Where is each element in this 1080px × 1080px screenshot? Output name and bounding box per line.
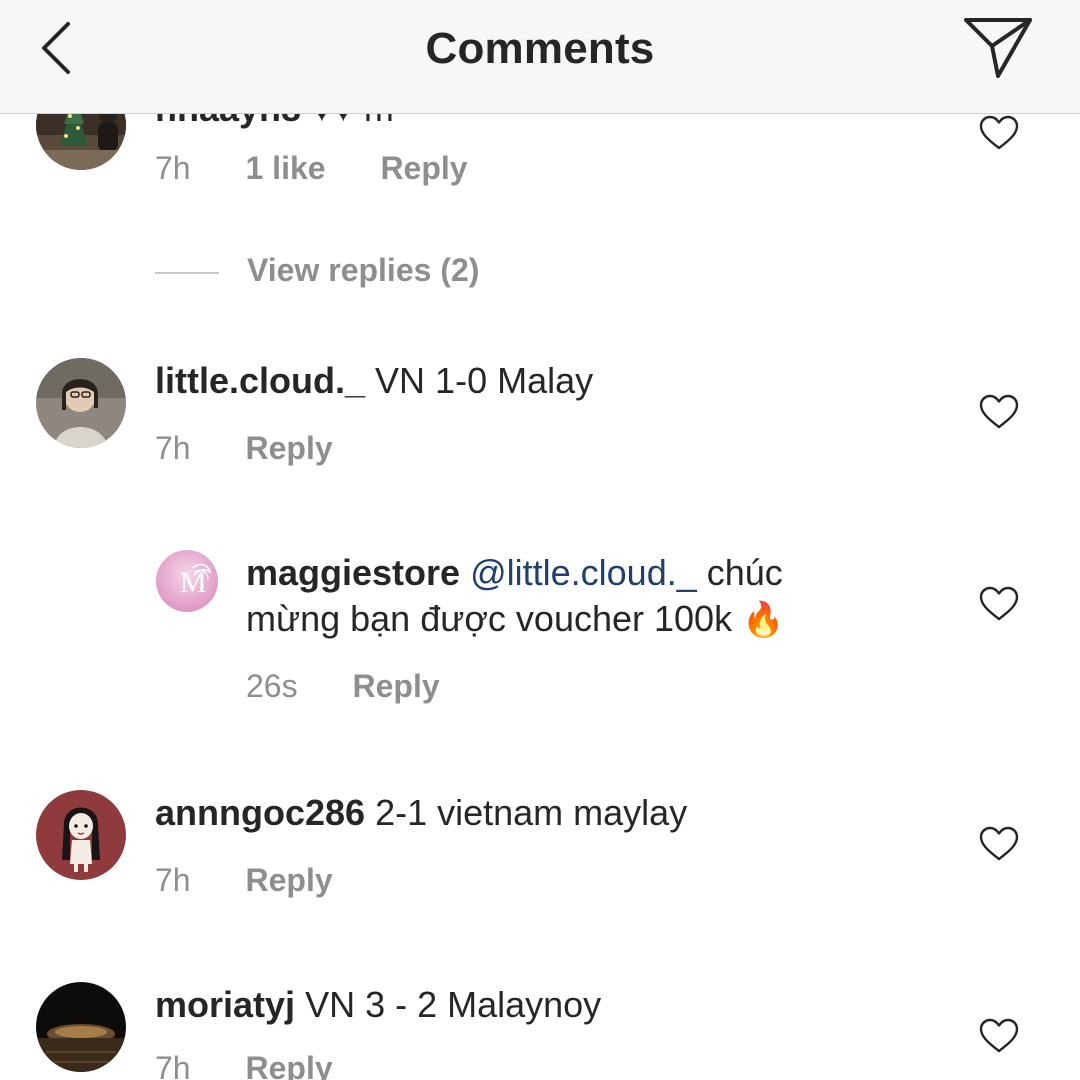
avatar[interactable] (36, 982, 126, 1072)
reply-button[interactable]: Reply (245, 430, 332, 467)
comment-message: 2-1 vietnam maylay (375, 792, 688, 833)
reply-button[interactable]: Reply (352, 668, 439, 705)
view-replies-divider (155, 272, 219, 274)
share-button[interactable] (958, 14, 1038, 84)
comment-message-line2: mừng bạn được voucher 100k (246, 598, 733, 639)
fire-emoji: 🔥 (742, 601, 785, 639)
comments-list: hnaayn8 ♥♥ m 7h 1 like Reply View replie… (0, 0, 1080, 1080)
comment-time: 7h (155, 1050, 191, 1080)
paper-plane-icon (964, 18, 1032, 78)
comment-username[interactable]: little.cloud._ (155, 360, 365, 401)
mention-link[interactable]: @little.cloud._ (470, 552, 697, 593)
comment-time: 7h (155, 862, 191, 898)
comment-text: annngoc286 2-1 vietnam maylay (155, 790, 687, 836)
like-heart-icon[interactable] (979, 115, 1019, 151)
like-heart-icon[interactable] (979, 1018, 1019, 1054)
comment-text: moriatyj VN 3 - 2 Malaynoy (155, 982, 601, 1028)
like-heart-icon[interactable] (979, 394, 1019, 430)
comment-meta: 7h Reply (155, 430, 333, 467)
comment-text: maggiestore @little.cloud._ chúc mừng bạ… (246, 550, 886, 643)
reply-button[interactable]: Reply (245, 862, 332, 899)
comment-username[interactable]: maggiestore (246, 552, 460, 593)
like-heart-icon[interactable] (979, 586, 1019, 622)
comment-username[interactable]: annngoc286 (155, 792, 365, 833)
reply-button[interactable]: Reply (380, 150, 467, 187)
page-title: Comments (425, 24, 655, 73)
like-heart-icon[interactable] (979, 826, 1019, 862)
comment-username[interactable]: moriatyj (155, 984, 295, 1025)
reply-button[interactable]: Reply (245, 1050, 332, 1080)
header-bar: Comments (0, 0, 1080, 114)
comment-time: 7h (155, 430, 191, 466)
comments-screen: hnaayn8 ♥♥ m 7h 1 like Reply View replie… (0, 0, 1080, 1080)
avatar[interactable] (36, 358, 126, 448)
comment-time: 7h (155, 150, 191, 186)
comment-meta: 7h Reply (155, 1050, 333, 1080)
comment-message-line1: chúc (706, 552, 783, 593)
comment-meta: 26s Reply (246, 668, 440, 705)
comment-message: VN 1-0 Malay (375, 360, 594, 401)
comment-message: VN 3 - 2 Malaynoy (305, 984, 602, 1025)
comment-meta: 7h Reply (155, 862, 333, 899)
brand-avatar[interactable]: M (156, 550, 218, 612)
comment-meta: 7h 1 like Reply (155, 150, 468, 187)
view-replies-label: View replies (2) (247, 252, 480, 288)
comment-text: little.cloud._ VN 1-0 Malay (155, 358, 593, 404)
avatar[interactable] (36, 790, 126, 880)
comment-time: 26s (246, 668, 298, 704)
comment-likes-count[interactable]: 1 like (245, 150, 325, 187)
